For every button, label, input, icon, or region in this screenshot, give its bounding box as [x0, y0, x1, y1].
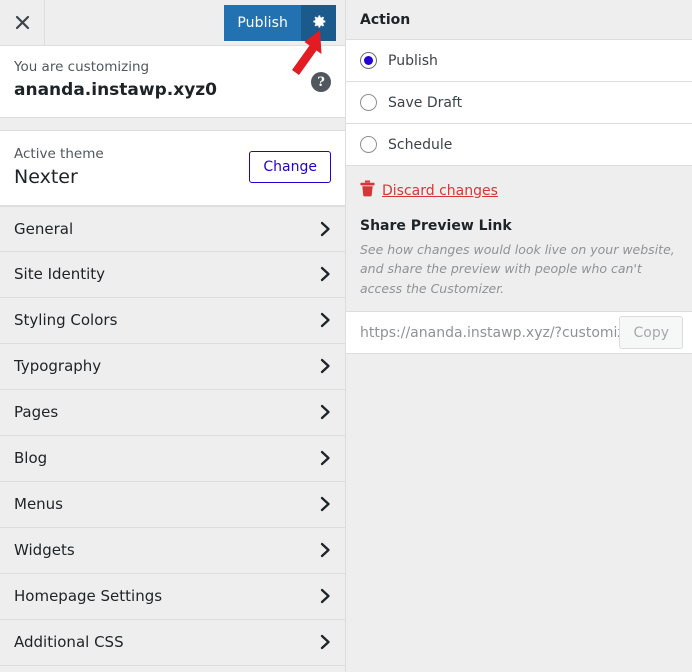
action-option-label: Schedule	[388, 136, 453, 153]
action-header: Action	[346, 0, 692, 40]
chevron-right-icon	[320, 266, 331, 282]
section-label: Blog	[14, 449, 48, 467]
section-label: Widgets	[14, 541, 75, 559]
close-customizer-button[interactable]	[0, 0, 45, 45]
action-option-label: Publish	[388, 52, 438, 69]
sidebar-item-typography[interactable]: Typography	[0, 343, 345, 390]
chevron-right-icon	[320, 312, 331, 328]
chevron-right-icon	[320, 358, 331, 374]
radio-publish-icon[interactable]	[360, 52, 377, 69]
customizing-site-title: ananda.instawp.xyz0	[14, 79, 217, 100]
section-label: Additional CSS	[14, 633, 124, 651]
customizer-topbar: Publish	[0, 0, 345, 46]
publish-settings-filler	[346, 354, 692, 672]
section-label: Site Identity	[14, 265, 106, 283]
section-label: Homepage Settings	[14, 587, 163, 605]
sidebar-item-additional-css[interactable]: Additional CSS	[0, 619, 345, 666]
active-theme-row: Active theme Nexter Change	[0, 130, 345, 206]
sidebar-item-general[interactable]: General	[0, 205, 345, 252]
chevron-right-icon	[320, 496, 331, 512]
sidebar-item-pages[interactable]: Pages	[0, 389, 345, 436]
section-label: Pages	[14, 403, 59, 421]
customizer-panel: Publish You are customizing ananda.insta…	[0, 0, 346, 672]
sidebar-item-styling-colors[interactable]: Styling Colors	[0, 297, 345, 344]
chevron-right-icon	[320, 542, 331, 558]
action-option-publish[interactable]: Publish	[346, 40, 692, 82]
action-option-label: Save Draft	[388, 94, 463, 111]
customizer-screen: Publish You are customizing ananda.insta…	[0, 0, 692, 672]
publish-settings-gear-button[interactable]	[301, 4, 336, 41]
customizer-section-list: General Site Identity Styling Colors Typ…	[0, 205, 345, 672]
share-preview-link-title: Share Preview Link	[360, 218, 512, 234]
publish-button-group: Publish	[224, 4, 336, 41]
sidebar-item-menus[interactable]: Menus	[0, 481, 345, 528]
trash-icon	[360, 180, 375, 201]
share-preview-link-input[interactable]	[346, 312, 620, 354]
copy-link-button[interactable]: Copy	[619, 316, 683, 350]
customizing-info: You are customizing ananda.instawp.xyz0 …	[0, 46, 345, 118]
gear-icon	[310, 13, 327, 33]
section-label: Menus	[14, 495, 63, 513]
change-theme-button[interactable]: Change	[249, 151, 331, 183]
chevron-right-icon	[320, 588, 331, 604]
publish-settings-body: Discard changes Share Preview Link See h…	[346, 166, 692, 355]
chevron-right-icon	[320, 634, 331, 650]
section-label: General	[14, 219, 74, 238]
active-theme-text: Active theme Nexter	[14, 144, 104, 191]
section-label: Typography	[14, 357, 102, 375]
customizing-eyebrow: You are customizing	[14, 59, 150, 75]
share-preview-link-bar: Copy	[346, 311, 692, 355]
action-option-save-draft[interactable]: Save Draft	[346, 82, 692, 124]
radio-schedule-icon[interactable]	[360, 136, 377, 153]
chevron-right-icon	[320, 450, 331, 466]
discard-changes-link[interactable]: Discard changes	[382, 183, 498, 199]
share-preview-link-description: See how changes would look live on your …	[360, 242, 675, 296]
active-theme-name: Nexter	[14, 165, 78, 188]
publish-settings-panel: Action Publish Save Draft Schedule Disca…	[346, 0, 692, 672]
publish-button[interactable]: Publish	[224, 4, 301, 41]
discard-changes-row[interactable]: Discard changes	[360, 180, 678, 201]
sidebar-item-site-identity[interactable]: Site Identity	[0, 251, 345, 298]
help-circle-icon[interactable]: ?	[311, 72, 331, 92]
sidebar-item-homepage-settings[interactable]: Homepage Settings	[0, 573, 345, 620]
sidebar-item-widgets[interactable]: Widgets	[0, 527, 345, 574]
chevron-right-icon	[320, 221, 331, 237]
active-theme-label: Active theme	[14, 145, 104, 162]
radio-save-draft-icon[interactable]	[360, 94, 377, 111]
chevron-right-icon	[320, 404, 331, 420]
close-x-icon	[15, 15, 30, 30]
sidebar-item-blog[interactable]: Blog	[0, 435, 345, 482]
action-option-schedule[interactable]: Schedule	[346, 124, 692, 166]
panel-gap-strip	[0, 117, 345, 131]
section-label: Styling Colors	[14, 311, 118, 329]
